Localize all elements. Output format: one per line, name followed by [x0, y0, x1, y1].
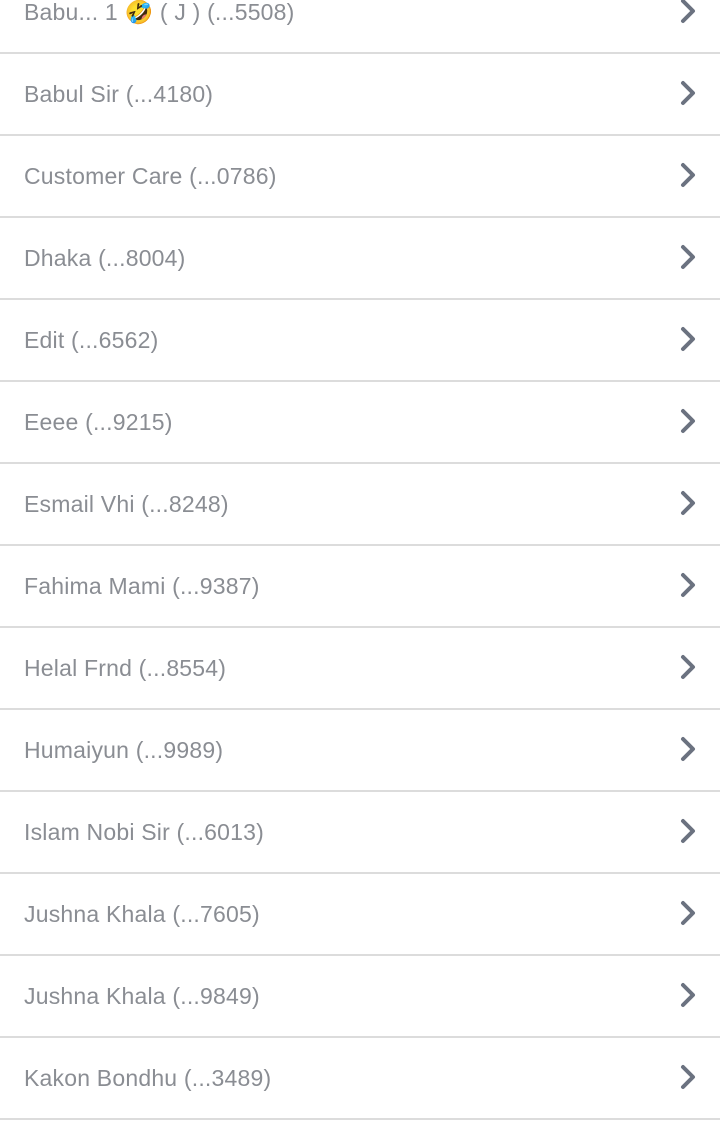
contact-label: Fahima Mami (...9387) — [24, 572, 260, 599]
chevron-right-icon — [680, 900, 696, 926]
contact-list-item[interactable]: Jushna Khala (...7605) — [0, 874, 720, 956]
contact-label: Helal Frnd (...8554) — [24, 654, 227, 681]
chevron-right-icon — [680, 408, 696, 434]
chevron-right-icon — [680, 572, 696, 598]
contact-list-item[interactable]: Helal Frnd (...8554) — [0, 628, 720, 710]
chevron-right-icon — [680, 982, 696, 1008]
contact-label: Dhaka (...8004) — [24, 244, 186, 271]
contact-label: Babul Sir (...4180) — [24, 80, 214, 107]
contact-list: Babu... 1 🤣 ( J ) (...5508) Babul Sir (..… — [0, 0, 720, 1120]
contact-list-item[interactable]: Babul Sir (...4180) — [0, 54, 720, 136]
contact-list-item[interactable]: Esmail Vhi (...8248) — [0, 464, 720, 546]
chevron-right-icon — [680, 244, 696, 270]
contact-list-item[interactable]: Dhaka (...8004) — [0, 218, 720, 300]
contact-label: Jushna Khala (...7605) — [24, 900, 260, 927]
contact-list-item[interactable]: Islam Nobi Sir (...6013) — [0, 792, 720, 874]
chevron-right-icon — [680, 736, 696, 762]
contact-list-item[interactable]: Jushna Khala (...9849) — [0, 956, 720, 1038]
contact-label: Esmail Vhi (...8248) — [24, 490, 229, 517]
contact-label: Babu... 1 🤣 ( J ) (...5508) — [24, 0, 295, 25]
contact-list-item[interactable]: Customer Care (...0786) — [0, 136, 720, 218]
contact-label: Jushna Khala (...9849) — [24, 982, 260, 1009]
chevron-right-icon — [680, 490, 696, 516]
chevron-right-icon — [680, 818, 696, 844]
chevron-right-icon — [680, 1064, 696, 1090]
contact-list-item[interactable]: Kakon Bondhu (...3489) — [0, 1038, 720, 1120]
contact-list-item[interactable]: Babu... 1 🤣 ( J ) (...5508) — [0, 0, 720, 54]
contact-label: Humaiyun (...9989) — [24, 736, 224, 763]
chevron-right-icon — [680, 654, 696, 680]
chevron-right-icon — [680, 80, 696, 106]
contact-list-item[interactable]: Edit (...6562) — [0, 300, 720, 382]
contact-list-item[interactable]: Fahima Mami (...9387) — [0, 546, 720, 628]
contact-label: Customer Care (...0786) — [24, 162, 277, 189]
chevron-right-icon — [680, 162, 696, 188]
contact-label: Kakon Bondhu (...3489) — [24, 1064, 272, 1091]
chevron-right-icon — [680, 0, 696, 24]
contact-list-item[interactable]: Eeee (...9215) — [0, 382, 720, 464]
contact-label: Eeee (...9215) — [24, 408, 173, 435]
contact-list-item[interactable]: Humaiyun (...9989) — [0, 710, 720, 792]
chevron-right-icon — [680, 326, 696, 352]
contact-label: Islam Nobi Sir (...6013) — [24, 818, 264, 845]
contact-label: Edit (...6562) — [24, 326, 159, 353]
